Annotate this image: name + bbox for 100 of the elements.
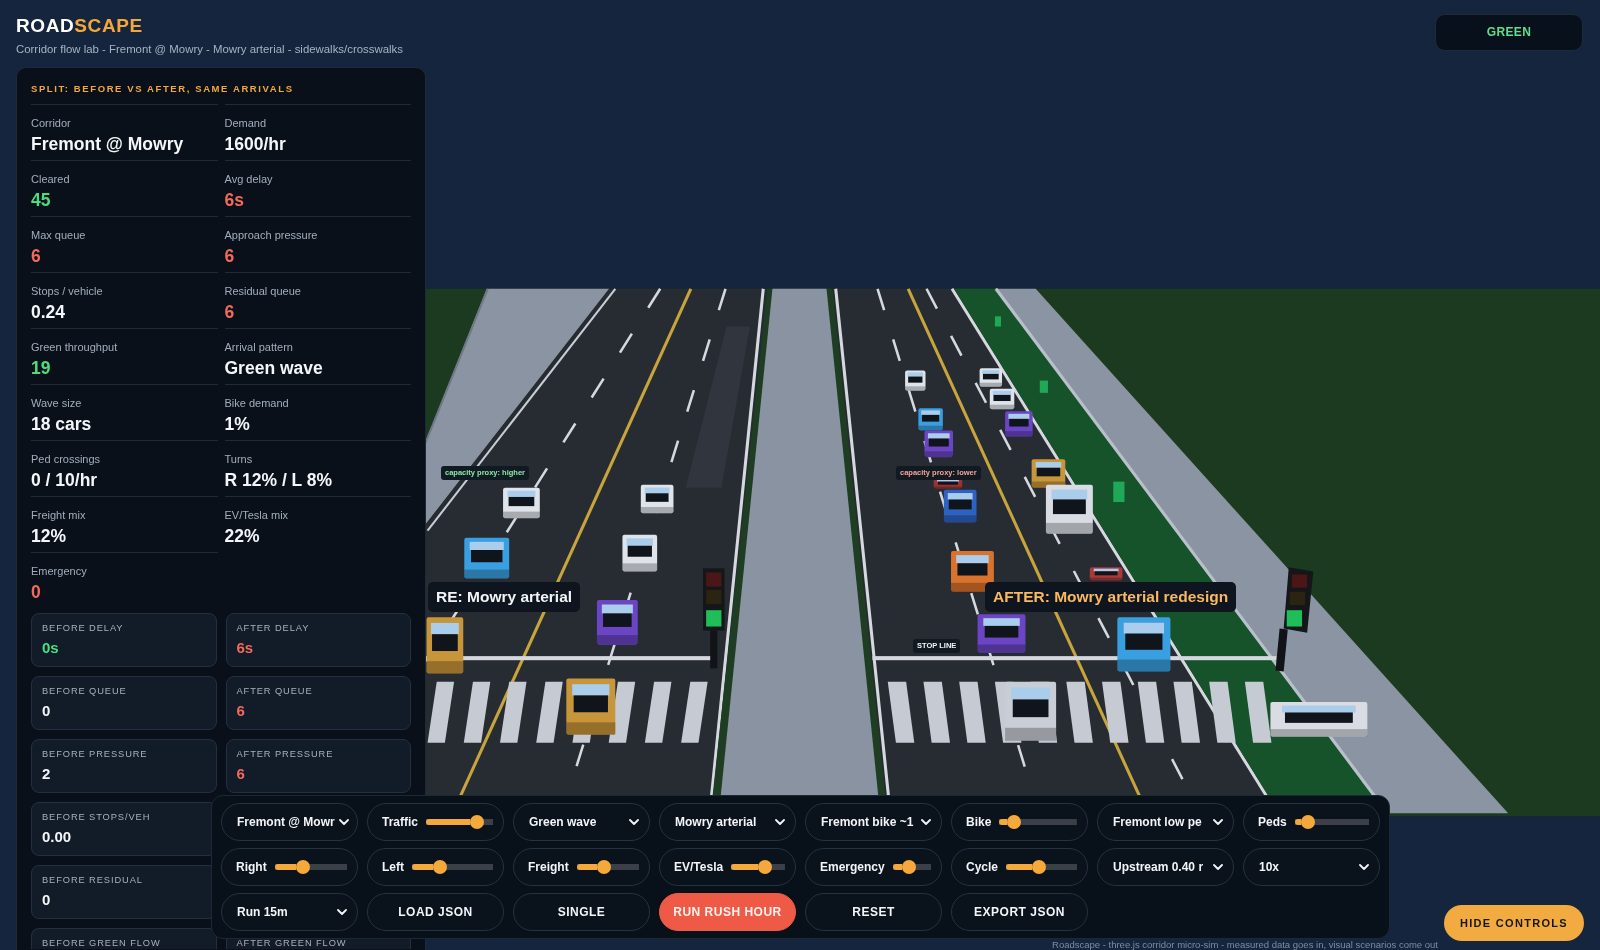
- metric-label: BEFORE RESIDUAL: [42, 875, 143, 886]
- metric-value: 0s: [42, 638, 59, 657]
- car: [1005, 411, 1033, 437]
- stat-value: 6: [224, 245, 235, 267]
- slider-label: Traffic: [382, 815, 418, 829]
- lane-marker: [1113, 481, 1125, 503]
- stat-value: 19: [31, 357, 51, 379]
- car: [622, 534, 658, 572]
- stat-value: 22%: [224, 525, 260, 547]
- car: [464, 537, 510, 579]
- stat-value: 6s: [224, 189, 244, 211]
- slider-thumb[interactable]: [902, 860, 917, 874]
- stat-value: 45: [31, 189, 51, 211]
- action-button[interactable]: RESET: [805, 893, 942, 931]
- stat-label: Green throughput: [31, 341, 118, 354]
- metric-label: BEFORE QUEUE: [42, 686, 127, 697]
- dropdown[interactable]: Run 15m: [221, 893, 358, 931]
- dropdown[interactable]: Fremont @ Mowr: [221, 803, 358, 841]
- action-button[interactable]: LOAD JSON: [367, 893, 504, 931]
- chevron-down-icon: [1359, 864, 1369, 870]
- lane-marker: [1039, 380, 1048, 393]
- stat-label: Avg delay: [224, 173, 273, 186]
- chevron-down-icon: [338, 819, 349, 825]
- footer-text: Roadscape - three.js corridor micro-sim - measured data goes in, visual scenarios come out: [1052, 939, 1438, 950]
- slider-thumb[interactable]: [433, 860, 448, 874]
- dropdown[interactable]: Mowry arterial: [659, 803, 796, 841]
- car: [924, 430, 954, 458]
- hide-controls-button[interactable]: HIDE CONTROLS: [1444, 905, 1584, 941]
- chevron-down-icon: [775, 819, 785, 825]
- stat-value: R 12% / L 8%: [224, 469, 333, 491]
- dropdown[interactable]: 10x: [1243, 848, 1380, 886]
- chevron-down-icon: [629, 819, 639, 825]
- stat-value: 0.24: [31, 301, 66, 323]
- stat-value: 1%: [224, 413, 250, 435]
- car: [918, 408, 943, 431]
- slider-thumb[interactable]: [1300, 815, 1315, 829]
- slider-label: Freight: [528, 860, 569, 874]
- car: [1005, 681, 1057, 741]
- car: [566, 678, 616, 735]
- stat-label: Bike demand: [224, 397, 289, 410]
- dropdown[interactable]: Fremont bike ~1: [805, 803, 942, 841]
- car: [503, 487, 540, 519]
- stat-label: Residual queue: [224, 285, 301, 298]
- action-button[interactable]: SINGLE: [513, 893, 650, 931]
- chevron-down-icon: [1213, 864, 1223, 870]
- action-button[interactable]: EXPORT JSON: [951, 893, 1088, 931]
- metric-value: 6: [236, 701, 245, 720]
- dropdown[interactable]: Upstream 0.40 r: [1097, 848, 1234, 886]
- slider-label: EV/Tesla: [674, 860, 724, 874]
- stat-label: Freight mix: [31, 509, 86, 522]
- car: [1031, 459, 1066, 488]
- metric-value: 0: [42, 890, 51, 909]
- dropdown[interactable]: Green wave: [513, 803, 650, 841]
- stat-label: Corridor: [31, 117, 71, 130]
- slider-thumb[interactable]: [1007, 815, 1022, 829]
- slider-thumb[interactable]: [1032, 860, 1047, 874]
- chevron-down-icon: [921, 819, 931, 825]
- stat-value: 1600/hr: [224, 133, 286, 155]
- stat-label: Max queue: [31, 229, 86, 242]
- slider-label: Cycle: [966, 860, 999, 874]
- road-label: RE: Mowry arterial: [428, 582, 581, 612]
- app-subtitle: Corridor flow lab - Fremont @ Mowry - Mowry arterial - sidewalks/crosswalks: [16, 42, 403, 56]
- metric-value: 6: [236, 764, 245, 783]
- slider-label: Right: [236, 860, 267, 874]
- stat-label: Stops / vehicle: [31, 285, 103, 298]
- chevron-down-icon: [337, 909, 347, 915]
- metric-label: BEFORE PRESSURE: [42, 749, 148, 760]
- road-label: AFTER: Mowry arterial redesign: [985, 582, 1237, 612]
- slider-thumb[interactable]: [470, 815, 485, 829]
- metric-value: 6s: [236, 638, 254, 657]
- stat-label: Arrival pattern: [224, 341, 293, 354]
- stat-value: 6: [31, 245, 41, 267]
- slider-label: Left: [382, 860, 404, 874]
- signal-status: GREEN: [1435, 14, 1583, 51]
- stat-value: 6: [224, 301, 235, 323]
- dropdown[interactable]: Fremont low pe: [1097, 803, 1234, 841]
- metric-value: 2: [42, 764, 51, 783]
- slider-thumb[interactable]: [758, 860, 773, 874]
- stat-label: EV/Tesla mix: [224, 509, 289, 522]
- car: [979, 368, 1003, 387]
- stat-value: 12%: [31, 525, 67, 547]
- slider-thumb[interactable]: [597, 860, 612, 874]
- stat-label: Approach pressure: [224, 229, 318, 242]
- slider-label: Emergency: [820, 860, 885, 874]
- slider-label: Peds: [1258, 815, 1287, 829]
- stat-label: Wave size: [31, 397, 82, 410]
- panel-title: SPLIT: BEFORE VS AFTER, SAME ARRIVALS: [31, 83, 294, 95]
- stat-value: 18 cars: [31, 413, 92, 435]
- metric-label: AFTER QUEUE: [236, 686, 313, 697]
- app-logo: ROADSCAPE: [16, 14, 143, 38]
- stat-value: Fremont @ Mowry: [31, 133, 184, 155]
- car: [1089, 567, 1123, 581]
- car: [1117, 617, 1171, 672]
- stat-label: Cleared: [31, 173, 70, 186]
- stat-value: 0 / 10/hr: [31, 469, 98, 491]
- metric-label: BEFORE GREEN FLOW: [42, 938, 161, 949]
- slider-label: Bike: [966, 815, 992, 829]
- stat-value: Green wave: [224, 357, 323, 379]
- slider-thumb[interactable]: [296, 860, 311, 874]
- stat-label: Ped crossings: [31, 453, 101, 466]
